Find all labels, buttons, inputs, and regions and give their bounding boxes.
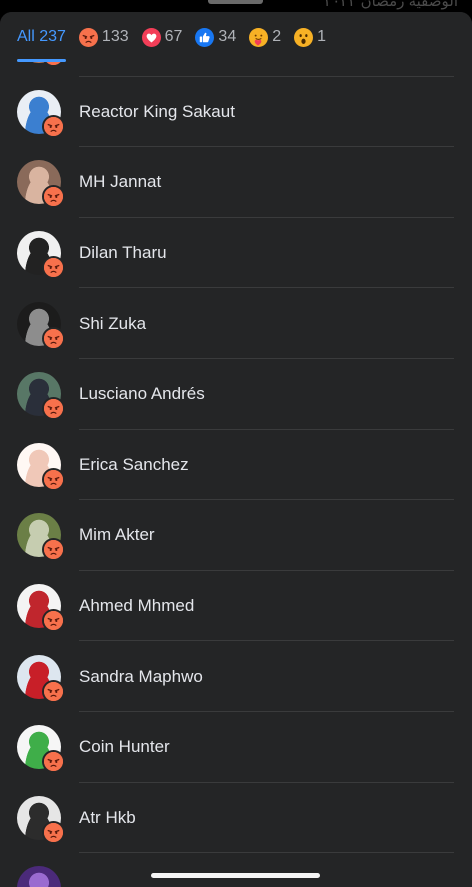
reactor-row[interactable]: Erica Sanchez — [0, 430, 472, 501]
reactor-name[interactable]: Atr Hkb — [79, 808, 136, 828]
reaction-tabs: All 237 133 67 34 2 1 — [0, 12, 472, 62]
reactor-row[interactable]: Reactor King Sakaut — [0, 77, 472, 148]
reactor-name[interactable]: Erica Sanchez — [79, 455, 189, 475]
angry-reaction-icon — [42, 467, 65, 491]
avatar-container — [17, 89, 65, 138]
care-reaction-icon — [249, 27, 269, 47]
angry-reaction-icon — [42, 256, 65, 280]
reactor-row[interactable]: Atr Hkb — [0, 783, 472, 854]
avatar-container — [17, 442, 65, 491]
reactor-row[interactable]: Lusciano Andrés — [0, 359, 472, 430]
angry-reaction-icon — [42, 326, 65, 350]
like-reaction-icon — [195, 27, 215, 47]
angry-reaction-icon — [78, 27, 98, 47]
tab-label: 1 — [317, 28, 327, 45]
reactor-name[interactable]: Mim Akter — [79, 525, 155, 545]
reactor-name[interactable]: Dilan Tharu — [79, 243, 167, 263]
reactor-row[interactable]: MH Jannat — [0, 147, 472, 218]
reactor-name[interactable]: Reactor King Sakaut — [79, 102, 235, 122]
avatar-container — [17, 513, 65, 562]
tab-angry[interactable]: 133 — [78, 12, 129, 62]
tab-like[interactable]: 34 — [195, 12, 236, 62]
tab-label: 34 — [218, 28, 237, 45]
angry-reaction-icon — [42, 185, 65, 209]
background-text: الوصفية رمضان ٢٠٢٢ — [324, 0, 458, 10]
angry-reaction-icon — [42, 114, 65, 138]
tab-all[interactable]: All 237 — [17, 12, 66, 62]
tab-label: 67 — [164, 28, 183, 45]
reactor-row[interactable]: Sandra Maphwo — [0, 641, 472, 712]
tab-love[interactable]: 67 — [141, 12, 183, 62]
reactor-name[interactable]: Ahmed Mhmed — [79, 596, 194, 616]
reactor-row[interactable]: Ahmed Mhmed — [0, 571, 472, 642]
reactor-row[interactable]: Dilan Tharu — [0, 218, 472, 289]
reactor-name[interactable]: Sandra Maphwo — [79, 667, 203, 687]
avatar-container — [17, 866, 61, 887]
tab-wow[interactable]: 1 — [294, 12, 326, 62]
angry-reaction-icon — [42, 397, 65, 421]
angry-reaction-icon — [42, 609, 65, 633]
avatar-container — [17, 654, 65, 703]
avatar-container — [17, 231, 65, 280]
angry-reaction-icon — [42, 750, 65, 774]
avatar[interactable] — [17, 866, 61, 887]
wow-reaction-icon — [294, 27, 314, 47]
avatar-container — [17, 795, 65, 844]
avatar-container — [17, 160, 65, 209]
love-reaction-icon — [141, 27, 161, 47]
angry-reaction-icon — [42, 538, 65, 562]
tab-label: 133 — [101, 28, 129, 45]
reactor-name[interactable]: MH Jannat — [79, 172, 161, 192]
angry-reaction-icon — [42, 679, 65, 703]
reactor-row[interactable]: Mim Akter — [0, 500, 472, 571]
avatar-container — [17, 372, 65, 421]
reactor-row[interactable] — [0, 853, 472, 887]
tab-care[interactable]: 2 — [249, 12, 281, 62]
active-tab-indicator — [17, 59, 66, 62]
reactor-name[interactable]: Shi Zuka — [79, 314, 146, 334]
reactor-row[interactable]: Coin Hunter — [0, 712, 472, 783]
home-indicator[interactable] — [151, 873, 320, 878]
reactor-name[interactable]: Lusciano Andrés — [79, 384, 205, 404]
angry-reaction-icon — [42, 820, 65, 844]
tab-label: All 237 — [17, 28, 66, 45]
avatar-container — [17, 301, 65, 350]
tab-label: 2 — [272, 28, 282, 45]
avatar-container — [17, 725, 65, 774]
reactor-row[interactable]: Shi Zuka — [0, 288, 472, 359]
reactor-name[interactable]: Coin Hunter — [79, 737, 170, 757]
reactions-sheet: All 237 133 67 34 2 1 Reactor King Sakaut MH J… — [0, 12, 472, 887]
background-handle — [208, 0, 263, 4]
avatar-container — [17, 584, 65, 633]
